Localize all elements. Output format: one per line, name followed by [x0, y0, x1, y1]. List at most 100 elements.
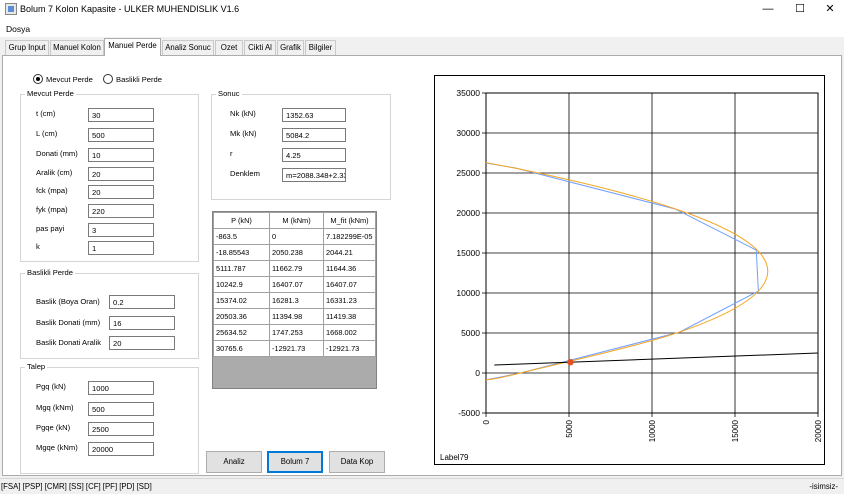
fyk-input[interactable]: 220	[88, 204, 154, 218]
chart-label: Label79	[440, 453, 469, 462]
tab-grafik[interactable]: Grafik	[277, 40, 304, 55]
menu-dosya[interactable]: Dosya	[6, 24, 30, 34]
results-grid[interactable]: P (kN) M (kNm) M_fit (kNm) -863.5 0 7.1822…	[212, 211, 377, 389]
cell[interactable]: 16407.07	[269, 276, 324, 293]
baslikli-perde-group-title: Baslikli Perde	[25, 268, 76, 277]
cell[interactable]: 10242.9	[213, 276, 270, 293]
table-row[interactable]: 10242.9 16407.07 16407.07	[213, 276, 376, 293]
pgqe-label: Pgqe (kN)	[36, 423, 71, 432]
column-header-p[interactable]: P (kN)	[213, 212, 270, 229]
interaction-chart: 0 5000 10000 15000 20000 -5000 0 5000 10000 15000…	[434, 75, 825, 465]
cell[interactable]: -12921.73	[323, 340, 376, 357]
x-tick-label: 15000	[731, 419, 740, 442]
tab-analiz-sonuc[interactable]: Analiz Sonuc	[162, 40, 214, 55]
baslik-donati-input[interactable]: 16	[109, 316, 175, 330]
mk-label: Mk (kN)	[230, 129, 257, 138]
radio-mevcut-perde-label: Mevcut Perde	[46, 75, 93, 84]
l-input[interactable]: 500	[88, 128, 154, 142]
pas-payi-input[interactable]: 3	[88, 223, 154, 237]
cell[interactable]: 1747.253	[269, 324, 324, 341]
talep-group: Talep Pgq (kN) 1000 Mgq (kNm) 500 Pgqe (…	[20, 362, 199, 474]
radio-mevcut-perde[interactable]	[33, 74, 43, 84]
table-row[interactable]: 15374.02 16281.3 16331.23	[213, 292, 376, 309]
donati-input[interactable]: 10	[88, 148, 154, 162]
tab-strip: Grup Input Manuel Kolon Manuel Perde Ana…	[0, 38, 844, 56]
cell[interactable]: 16281.3	[269, 292, 324, 309]
tab-manuel-kolon[interactable]: Manuel Kolon	[50, 40, 104, 55]
cell[interactable]: 16407.07	[323, 276, 376, 293]
k-input[interactable]: 1	[88, 241, 154, 255]
nk-label: Nk (kN)	[230, 109, 256, 118]
mgq-input[interactable]: 500	[88, 402, 154, 416]
t-input[interactable]: 30	[88, 108, 154, 122]
cell[interactable]: 2050.238	[269, 244, 324, 261]
denklem-label: Denklem	[230, 169, 260, 178]
cell[interactable]: 5111.787	[213, 260, 270, 277]
cell[interactable]: 20503.36	[213, 308, 270, 325]
mgq-label: Mgq (kNm)	[36, 403, 74, 412]
cell[interactable]: -18.85543	[213, 244, 270, 261]
cell[interactable]: 11419.38	[323, 308, 376, 325]
baslik-oran-input[interactable]: 0.2	[109, 295, 175, 309]
r-label: r	[230, 149, 233, 158]
cell[interactable]: 1668.002	[323, 324, 376, 341]
tab-bilgiler[interactable]: Bilgiler	[305, 40, 336, 55]
table-row[interactable]: 20503.36 11394.98 11419.38	[213, 308, 376, 325]
tab-ozet[interactable]: Ozet	[215, 40, 243, 55]
cell[interactable]: 2044.21	[323, 244, 376, 261]
analiz-button[interactable]: Analiz	[206, 451, 262, 473]
cell[interactable]: 16331.23	[323, 292, 376, 309]
cell[interactable]: 0	[269, 228, 324, 245]
tab-cikti-al[interactable]: Cikti Al	[244, 40, 276, 55]
bolum7-button[interactable]: Bolum 7	[267, 451, 323, 473]
cell[interactable]: 25634.52	[213, 324, 270, 341]
table-row[interactable]: 30765.6 -12921.73 -12921.73	[213, 340, 376, 357]
column-header-m-fit[interactable]: M_fit (kNm)	[323, 212, 376, 229]
results-table: P (kN) M (kNm) M_fit (kNm) -863.5 0 7.1822…	[213, 212, 376, 357]
status-bar: [FSA] [PSP] [CMR] [SS] [CF] [PF] [PD] [S…	[0, 478, 844, 494]
cell[interactable]: 7.182299E-05	[323, 228, 376, 245]
mk-output[interactable]: 5084.2	[282, 128, 346, 142]
column-header-m[interactable]: M (kNm)	[269, 212, 324, 229]
cell[interactable]: -12921.73	[269, 340, 324, 357]
y-tick-label: -5000	[458, 408, 480, 418]
cell[interactable]: -863.5	[213, 228, 270, 245]
cell[interactable]: 11644.36	[323, 260, 376, 277]
aralik-label: Aralik (cm)	[36, 168, 73, 177]
baslikli-perde-group: Baslikli Perde Baslik (Boya Oran) 0.2 Ba…	[20, 268, 199, 359]
cell[interactable]: 11662.79	[269, 260, 324, 277]
table-row[interactable]: -863.5 0 7.182299E-05	[213, 228, 376, 245]
fck-input[interactable]: 20	[88, 185, 154, 199]
y-tick-label: 0	[475, 368, 480, 378]
aralik-input[interactable]: 20	[88, 167, 154, 181]
baslik-donati-aralik-label: Baslik Donati Aralik	[36, 338, 101, 347]
radio-baslikli-perde-label: Baslikli Perde	[116, 75, 163, 84]
maximize-button[interactable]: ☐	[785, 0, 815, 20]
pgq-input[interactable]: 1000	[88, 381, 154, 395]
nk-output[interactable]: 1352.63	[282, 108, 346, 122]
table-row[interactable]: 5111.787 11662.79 11644.36	[213, 260, 376, 277]
mgqe-input[interactable]: 20000	[88, 442, 154, 456]
denklem-output[interactable]: m=2088.348+2.33	[282, 168, 346, 182]
table-row[interactable]: 25634.52 1747.253 1668.002	[213, 324, 376, 341]
y-tick-label: 5000	[461, 328, 480, 338]
y-tick-label: 30000	[456, 128, 480, 138]
pgqe-input[interactable]: 2500	[88, 422, 154, 436]
cell[interactable]: 15374.02	[213, 292, 270, 309]
sonuc-group-title: Sonuc	[216, 89, 242, 98]
tab-manuel-perde[interactable]: Manuel Perde	[104, 38, 161, 56]
y-tick-label: 25000	[456, 168, 480, 178]
tab-grup-input[interactable]: Grup Input	[5, 40, 49, 55]
baslik-donati-aralik-input[interactable]: 20	[109, 336, 175, 350]
radio-baslikli-perde[interactable]	[103, 74, 113, 84]
minimize-button[interactable]: —	[753, 0, 783, 20]
window-title: Bolum 7 Kolon Kapasite - ULKER MUHENDISL…	[20, 4, 240, 14]
data-kop-button[interactable]: Data Kop	[329, 451, 385, 473]
cell[interactable]: 30765.6	[213, 340, 270, 357]
cell[interactable]: 11394.98	[269, 308, 324, 325]
x-tick-label: 20000	[814, 419, 823, 442]
r-output[interactable]: 4.25	[282, 148, 346, 162]
close-button[interactable]: ✕	[815, 0, 844, 20]
table-row[interactable]: -18.85543 2050.238 2044.21	[213, 244, 376, 261]
mgqe-label: Mgqe (kNm)	[36, 443, 78, 452]
